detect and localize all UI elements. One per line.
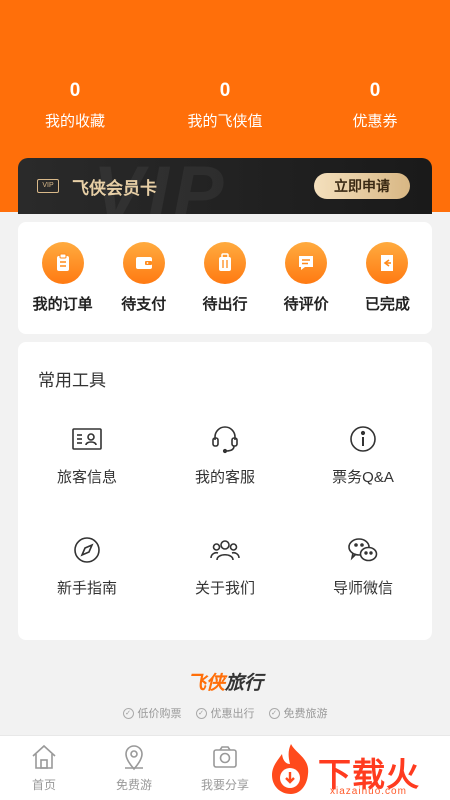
tool-customer-service[interactable]: 我的客服 bbox=[156, 422, 294, 487]
tab-free-tour[interactable]: 免费游 bbox=[94, 742, 174, 793]
stat-value: 0 bbox=[69, 80, 81, 101]
brand-tags: ✓ 低价购票 ✓ 优惠出行 ✓ 免费旅游 bbox=[0, 705, 450, 721]
brand-tag: ✓ 低价购票 bbox=[122, 705, 182, 721]
stats-row: 0 我的收藏 0 我的飞侠值 0 优惠券 bbox=[0, 78, 450, 131]
flame-logo-icon bbox=[272, 744, 309, 794]
luggage-icon bbox=[203, 242, 246, 284]
location-pin-icon bbox=[119, 742, 149, 772]
tool-label: 我的客服 bbox=[194, 469, 255, 486]
order-tab-unpaid[interactable]: 待支付 bbox=[104, 222, 184, 334]
brand-tag-text: 优惠出行 bbox=[210, 708, 255, 720]
order-tab-upcoming[interactable]: 待出行 bbox=[185, 222, 265, 334]
order-label: 已完成 bbox=[364, 296, 410, 313]
site-watermark: 下载火 xiazaihuo.com bbox=[262, 742, 450, 800]
brand-tag-text: 免费旅游 bbox=[283, 708, 328, 720]
tab-home[interactable]: 首页 bbox=[4, 742, 84, 793]
tool-label: 关于我们 bbox=[194, 580, 255, 597]
brand-name-part1: 飞侠 bbox=[186, 673, 225, 694]
tool-beginner-guide[interactable]: 新手指南 bbox=[18, 533, 156, 598]
brand-tag-text: 低价购票 bbox=[137, 708, 182, 720]
info-icon bbox=[346, 422, 380, 456]
home-icon bbox=[29, 742, 59, 772]
tool-label: 旅客信息 bbox=[56, 469, 117, 486]
comment-icon bbox=[285, 242, 328, 284]
stat-value: 0 bbox=[369, 80, 381, 101]
order-label: 待评价 bbox=[283, 296, 329, 313]
brand-tag: ✓ 优惠出行 bbox=[195, 705, 255, 721]
stat-label: 优惠券 bbox=[352, 113, 398, 130]
stat-points[interactable]: 0 我的飞侠值 bbox=[150, 78, 300, 131]
headset-icon bbox=[208, 422, 242, 456]
order-tab-review[interactable]: 待评价 bbox=[266, 222, 346, 334]
brand-tag: ✓ 免费旅游 bbox=[268, 705, 328, 721]
tool-traveler-info[interactable]: 旅客信息 bbox=[18, 422, 156, 487]
check-circle-icon: ✓ bbox=[268, 707, 280, 719]
tab-share[interactable]: 我要分享 bbox=[185, 742, 265, 793]
stat-label: 我的飞侠值 bbox=[187, 113, 263, 130]
tab-label: 首页 bbox=[31, 778, 56, 792]
brand-footer: 飞侠旅行 ✓ 低价购票 ✓ 优惠出行 ✓ 免费旅游 bbox=[0, 668, 450, 721]
tools-title: 常用工具 bbox=[38, 371, 106, 390]
stat-favorites[interactable]: 0 我的收藏 bbox=[0, 78, 150, 131]
vip-membership-card[interactable]: VIP VIP 飞侠会员卡 立即申请 bbox=[18, 158, 432, 214]
vip-card-title: 飞侠会员卡 bbox=[72, 179, 157, 198]
clipboard-icon bbox=[41, 242, 84, 284]
compass-icon bbox=[70, 533, 104, 567]
vip-badge-icon: VIP bbox=[37, 179, 59, 193]
tools-grid: 旅客信息 我的客服 票务Q&A 新手指南 关于我们 导师微信 bbox=[18, 422, 432, 598]
order-tab-all[interactable]: 我的订单 bbox=[23, 222, 103, 334]
tool-about-us[interactable]: 关于我们 bbox=[156, 533, 294, 598]
done-icon bbox=[366, 242, 409, 284]
order-label: 待出行 bbox=[202, 296, 248, 313]
id-card-icon bbox=[70, 422, 104, 456]
apply-now-button[interactable]: 立即申请 bbox=[314, 173, 410, 199]
tab-label: 免费游 bbox=[115, 778, 152, 792]
check-circle-icon: ✓ bbox=[122, 707, 134, 719]
tool-label: 导师微信 bbox=[332, 580, 393, 597]
order-label: 待支付 bbox=[121, 296, 167, 313]
order-tab-completed[interactable]: 已完成 bbox=[347, 222, 427, 334]
stat-label: 我的收藏 bbox=[44, 113, 105, 130]
tool-label: 新手指南 bbox=[56, 580, 117, 597]
wechat-icon bbox=[346, 533, 380, 567]
camera-icon bbox=[210, 742, 240, 772]
brand-logo: 飞侠旅行 bbox=[0, 668, 450, 695]
stat-value: 0 bbox=[219, 80, 231, 101]
watermark-url: xiazaihuo.com bbox=[330, 786, 407, 797]
tool-ticket-qa[interactable]: 票务Q&A bbox=[294, 422, 432, 487]
brand-name-part2: 旅行 bbox=[225, 673, 264, 694]
orders-panel: 我的订单 待支付 待出行 待评价 已完成 bbox=[18, 222, 432, 334]
tab-label: 我要分享 bbox=[200, 778, 249, 792]
common-tools-panel: 常用工具 旅客信息 我的客服 票务Q&A 新手指南 关于我们 导师微信 bbox=[18, 342, 432, 640]
tool-mentor-wechat[interactable]: 导师微信 bbox=[294, 533, 432, 598]
team-icon bbox=[208, 533, 242, 567]
tool-label: 票务Q&A bbox=[332, 469, 394, 486]
check-circle-icon: ✓ bbox=[195, 707, 207, 719]
stat-coupons[interactable]: 0 优惠券 bbox=[300, 78, 450, 131]
order-label: 我的订单 bbox=[32, 296, 93, 313]
wallet-icon bbox=[122, 242, 165, 284]
